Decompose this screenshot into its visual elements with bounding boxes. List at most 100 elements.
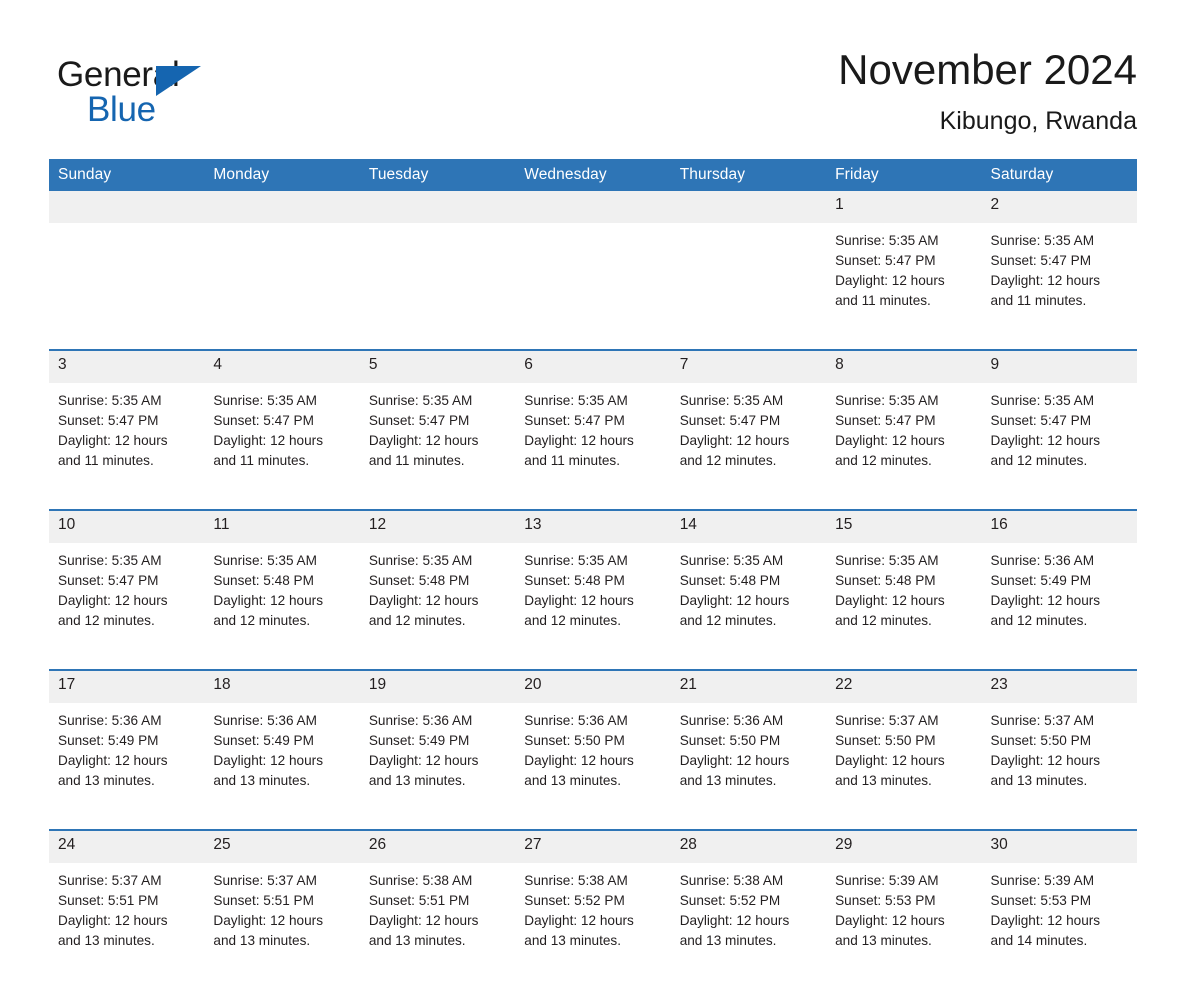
day-number[interactable]: 3 (49, 351, 205, 383)
day-cell[interactable]: Sunrise: 5:36 AM Sunset: 5:49 PM Daylight:… (981, 543, 1137, 670)
day-number[interactable]: 18 (204, 671, 360, 703)
day-cell[interactable]: Sunrise: 5:36 AM Sunset: 5:50 PM Daylight:… (670, 703, 827, 830)
day-number[interactable]: 15 (826, 511, 982, 543)
daylight-text: Daylight: 12 hours (990, 593, 1101, 609)
daylight-text: Daylight: 12 hours (58, 433, 168, 449)
day-number[interactable]: 23 (981, 671, 1137, 703)
daylight-text: Daylight: 12 hours (990, 753, 1101, 769)
page-subtitle: Kibungo, Rwanda (939, 107, 1137, 135)
day-number[interactable]: 30 (981, 831, 1137, 863)
sunrise-text: Sunrise: 5:38 AM (679, 873, 784, 888)
day-cell[interactable]: Sunrise: 5:39 AM Sunset: 5:53 PM Daylight:… (981, 863, 1137, 989)
daylight-text: Daylight: 12 hours (679, 593, 790, 609)
day-cell[interactable]: Sunrise: 5:35 AM Sunset: 5:48 PM Daylight:… (515, 543, 671, 670)
day-number[interactable]: 26 (359, 831, 516, 863)
day-cell[interactable]: Sunrise: 5:35 AM Sunset: 5:47 PM Daylight:… (981, 383, 1137, 510)
sunset-text: Sunset: 5:49 PM (990, 573, 1092, 589)
sunset-text: Sunset: 5:50 PM (679, 733, 781, 749)
day-number[interactable]: 21 (670, 671, 827, 703)
day-cell[interactable]: Sunrise: 5:38 AM Sunset: 5:52 PM Daylight:… (515, 863, 671, 989)
day-cell[interactable]: Sunrise: 5:36 AM Sunset: 5:49 PM Daylight:… (49, 703, 205, 830)
day-number[interactable]: 2 (981, 191, 1137, 223)
day-cell[interactable]: Sunrise: 5:35 AM Sunset: 5:48 PM Daylight:… (204, 543, 360, 670)
day-number[interactable]: 29 (826, 831, 982, 863)
day-info-row: Sunrise: 5:37 AM Sunset: 5:51 PM Daylight:… (49, 863, 1137, 989)
day-number[interactable]: 12 (359, 511, 516, 543)
day-number[interactable]: 20 (515, 671, 671, 703)
sunset-text: Sunset: 5:48 PM (213, 573, 314, 589)
day-cell[interactable]: Sunrise: 5:38 AM Sunset: 5:52 PM Daylight:… (670, 863, 827, 989)
daylight-text-cont: and 12 minutes. (990, 613, 1088, 629)
day-cell[interactable]: Sunrise: 5:37 AM Sunset: 5:50 PM Daylight:… (981, 703, 1137, 830)
day-number[interactable]: 11 (204, 511, 360, 543)
daylight-text: Daylight: 12 hours (368, 593, 479, 609)
sunset-text: Sunset: 5:47 PM (990, 413, 1092, 429)
day-number-row: 3456789 (49, 351, 1137, 383)
day-number-row: 24 25 26 27 28 29 30 (49, 831, 1137, 863)
day-number[interactable]: 4 (204, 351, 360, 383)
day-number[interactable]: 1 (826, 191, 982, 223)
day-cell[interactable]: Sunrise: 5:35 AM Sunset: 5:47 PM Daylight:… (49, 383, 205, 510)
sunrise-text: Sunrise: 5:35 AM (990, 233, 1095, 248)
day-cell[interactable]: Sunrise: 5:36 AM Sunset: 5:49 PM Daylight:… (204, 703, 360, 830)
day-number[interactable]: 5 (359, 351, 516, 383)
day-number[interactable]: 7 (670, 351, 827, 383)
day-number[interactable]: 8 (826, 351, 982, 383)
day-number[interactable]: 10 (49, 511, 205, 543)
day-number[interactable]: 13 (515, 511, 671, 543)
day-cell[interactable]: Sunrise: 5:35 AM Sunset: 5:47 PM Daylight:… (981, 223, 1137, 350)
calendar-header-row: Sunday Monday Tuesday Wednesday Thursday… (49, 159, 1137, 191)
day-number[interactable]: 16 (981, 511, 1137, 543)
day-number[interactable]: 19 (359, 671, 516, 703)
day-number[interactable]: 14 (670, 511, 827, 543)
weekday-header-saturday: Saturday (981, 159, 1137, 191)
day-cell[interactable]: Sunrise: 5:35 AM Sunset: 5:47 PM Daylight:… (670, 383, 827, 510)
daylight-text-cont: and 13 minutes. (368, 933, 466, 949)
daylight-text-cont: and 13 minutes. (679, 773, 777, 789)
sunset-text: Sunset: 5:49 PM (368, 733, 470, 749)
sunset-text: Sunset: 5:50 PM (990, 733, 1092, 749)
day-info-row: Sunrise: 5:35 AM Sunset: 5:47 PM Daylight:… (49, 223, 1137, 350)
sunrise-text: Sunrise: 5:39 AM (990, 873, 1095, 888)
title-block: November 2024 Kibungo, Rwanda (838, 44, 1137, 138)
day-cell[interactable]: Sunrise: 5:35 AM Sunset: 5:47 PM Daylight:… (515, 383, 671, 510)
day-cell[interactable]: Sunrise: 5:36 AM Sunset: 5:49 PM Daylight:… (359, 703, 516, 830)
day-number[interactable]: 9 (981, 351, 1137, 383)
day-cell[interactable]: Sunrise: 5:37 AM Sunset: 5:50 PM Daylight:… (826, 703, 982, 830)
day-cell[interactable]: Sunrise: 5:35 AM Sunset: 5:47 PM Daylight:… (49, 543, 205, 670)
day-cell[interactable]: Sunrise: 5:35 AM Sunset: 5:48 PM Daylight:… (826, 543, 982, 670)
day-number[interactable]: 6 (515, 351, 671, 383)
day-cell[interactable]: Sunrise: 5:35 AM Sunset: 5:47 PM Daylight:… (826, 383, 982, 510)
calendar-page: General Blue November 2024 Kibungo, Rwan… (0, 0, 1188, 989)
day-cell[interactable]: Sunrise: 5:36 AM Sunset: 5:50 PM Daylight:… (515, 703, 671, 830)
day-number[interactable]: 17 (49, 671, 205, 703)
daylight-text-cont: and 12 minutes. (524, 613, 621, 629)
day-cell[interactable]: Sunrise: 5:35 AM Sunset: 5:47 PM Daylight:… (359, 383, 516, 510)
sunset-text: Sunset: 5:47 PM (835, 253, 936, 269)
sunrise-text: Sunrise: 5:35 AM (368, 393, 473, 408)
day-cell[interactable]: Sunrise: 5:35 AM Sunset: 5:47 PM Daylight:… (826, 223, 982, 350)
day-cell[interactable]: Sunrise: 5:35 AM Sunset: 5:47 PM Daylight:… (204, 383, 360, 510)
day-cell[interactable]: Sunrise: 5:35 AM Sunset: 5:48 PM Daylight:… (670, 543, 827, 670)
day-cell[interactable]: Sunrise: 5:38 AM Sunset: 5:51 PM Daylight:… (359, 863, 516, 989)
weekday-header-monday: Monday (204, 159, 360, 191)
day-number[interactable]: 24 (49, 831, 205, 863)
day-number[interactable]: 27 (515, 831, 671, 863)
daylight-text: Daylight: 12 hours (368, 753, 479, 769)
weekday-header-friday: Friday (826, 159, 982, 191)
daylight-text-cont: and 11 minutes. (58, 453, 154, 469)
day-number[interactable]: 25 (204, 831, 360, 863)
day-number[interactable]: 22 (826, 671, 982, 703)
generalblue-logo[interactable]: General Blue (57, 54, 257, 132)
sunrise-text: Sunrise: 5:35 AM (679, 553, 784, 568)
day-cell[interactable]: Sunrise: 5:37 AM Sunset: 5:51 PM Daylight:… (204, 863, 360, 989)
day-cell[interactable]: Sunrise: 5:37 AM Sunset: 5:51 PM Daylight:… (49, 863, 205, 989)
day-cell[interactable]: Sunrise: 5:39 AM Sunset: 5:53 PM Daylight:… (826, 863, 982, 989)
day-number[interactable]: 28 (670, 831, 827, 863)
daylight-text: Daylight: 12 hours (524, 593, 634, 609)
daylight-text: Daylight: 12 hours (58, 913, 168, 929)
sunrise-text: Sunrise: 5:35 AM (58, 553, 162, 568)
weekday-header-tuesday: Tuesday (359, 159, 516, 191)
day-cell[interactable]: Sunrise: 5:35 AM Sunset: 5:48 PM Daylight:… (359, 543, 516, 670)
sunrise-text: Sunrise: 5:37 AM (58, 873, 162, 888)
